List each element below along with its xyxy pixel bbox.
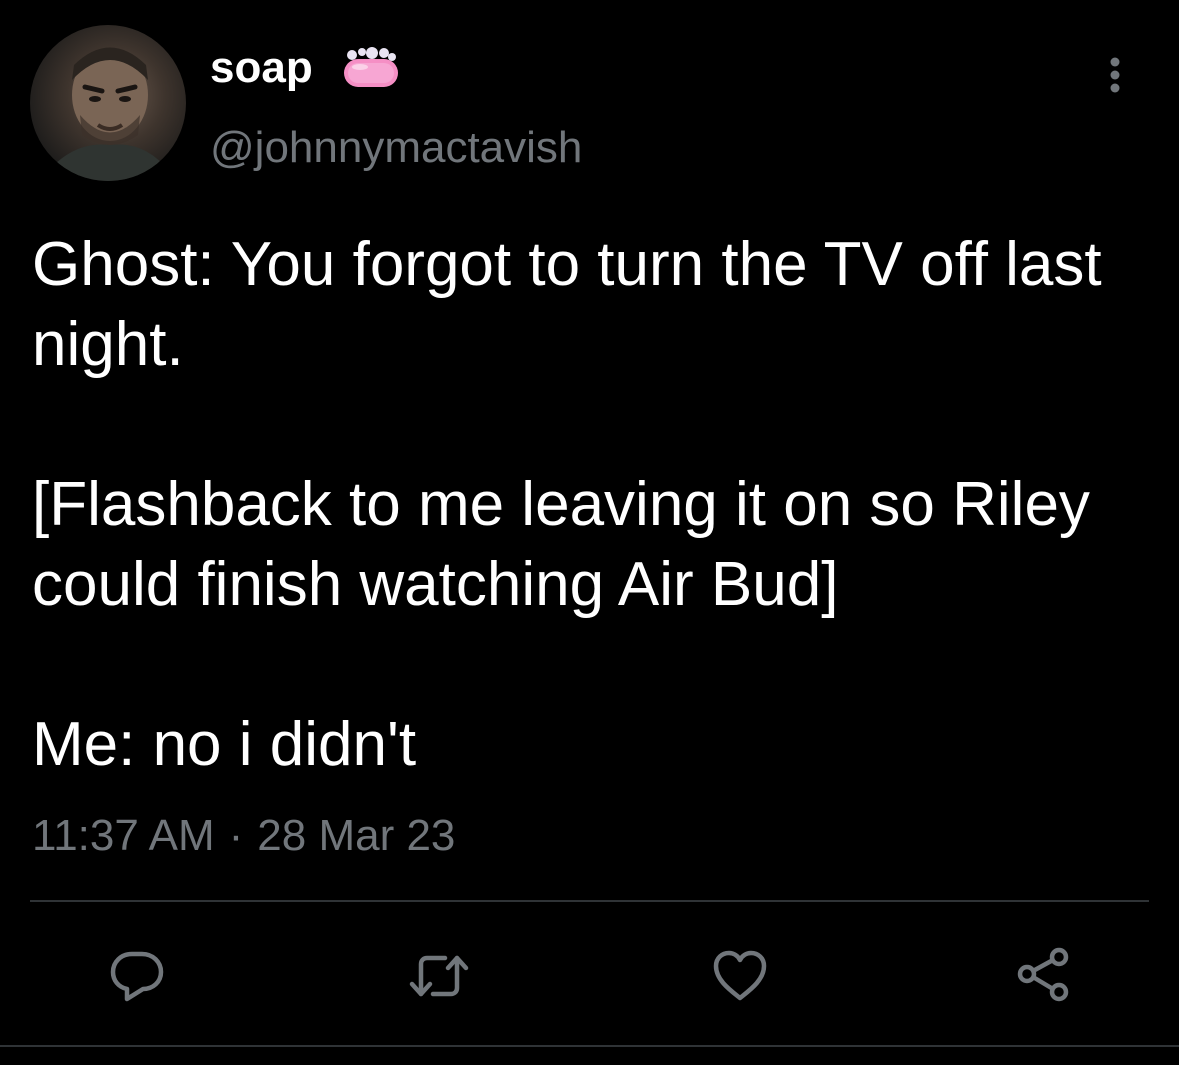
heart-icon — [713, 950, 767, 1001]
meta-separator: · — [228, 811, 244, 860]
share-button[interactable] — [1012, 944, 1076, 1008]
divider — [30, 900, 1149, 902]
soap-emoji-icon — [340, 45, 402, 91]
avatar[interactable] — [30, 25, 186, 181]
tweet-card: soap @johnnymactavish Ghost: You forgot … — [0, 0, 1179, 1065]
like-button[interactable] — [708, 944, 772, 1008]
more-options-icon[interactable] — [1098, 55, 1132, 95]
retweet-icon — [409, 955, 469, 997]
user-handle[interactable]: @johnnymactavish — [210, 120, 582, 176]
tweet-paragraph: Ghost: You forgot to turn the TV off las… — [32, 230, 1102, 379]
reply-icon — [110, 951, 164, 1002]
avatar-image — [40, 47, 176, 181]
reply-button[interactable] — [105, 944, 169, 1008]
retweet-button[interactable] — [407, 944, 471, 1008]
display-name[interactable]: soap — [210, 38, 313, 98]
tweet-paragraph: Me: no i didn't — [32, 710, 417, 779]
tweet-date: 28 Mar 23 — [257, 811, 456, 860]
tweet-timestamp[interactable]: 11:37 AM · 28 Mar 23 — [32, 808, 455, 864]
tweet-text: Ghost: You forgot to turn the TV off las… — [32, 225, 1142, 785]
tweet-time: 11:37 AM — [32, 811, 215, 860]
share-icon — [1017, 947, 1069, 1002]
tweet-paragraph: [Flashback to me leaving it on so Riley … — [32, 470, 1090, 619]
bottom-divider — [0, 1045, 1179, 1047]
